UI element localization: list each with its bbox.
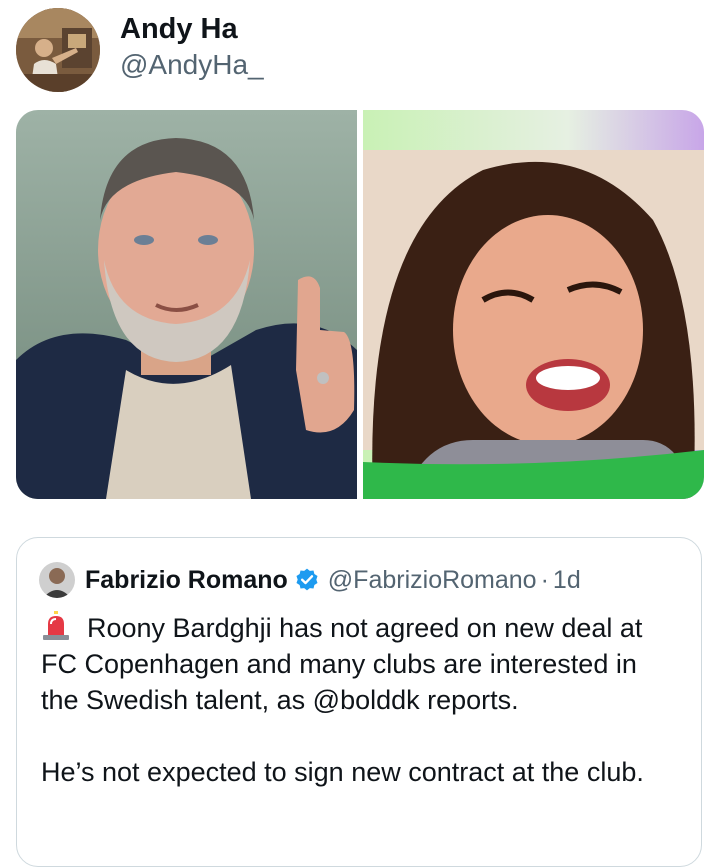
author-handle[interactable]: @AndyHa_ <box>120 47 264 83</box>
quoted-tweet-header: Fabrizio Romano @FabrizioRomano · 1d <box>39 562 581 598</box>
quoted-author-handle[interactable]: @FabrizioRomano <box>328 566 537 595</box>
media-grid <box>16 110 704 499</box>
author-name[interactable]: Andy Ha <box>120 11 264 47</box>
quoted-author-name[interactable]: Fabrizio Romano <box>85 566 288 595</box>
quoted-paragraph-1: Roony Bardghji has not agreed on new dea… <box>41 610 681 718</box>
header-separator: · <box>540 565 549 594</box>
tweet-author[interactable]: Andy Ha @AndyHa_ <box>16 8 264 92</box>
quoted-avatar-image <box>39 562 75 598</box>
quoted-author-avatar[interactable] <box>39 562 75 598</box>
quoted-tweet-body: Roony Bardghji has not agreed on new dea… <box>41 610 681 790</box>
quoted-text-1: Roony Bardghji has not agreed on new dea… <box>41 613 643 715</box>
author-avatar[interactable] <box>16 8 100 92</box>
siren-icon <box>41 611 71 641</box>
avatar-image <box>16 8 100 92</box>
quoted-timestamp[interactable]: 1d <box>553 566 581 595</box>
quoted-tweet-card[interactable]: Fabrizio Romano @FabrizioRomano · 1d Roo… <box>16 537 702 867</box>
media-photo-1[interactable] <box>16 110 357 499</box>
photo-woman-image <box>363 110 704 499</box>
photo-man-image <box>16 110 357 499</box>
quoted-paragraph-2: He’s not expected to sign new contract a… <box>41 757 644 787</box>
verified-badge-icon <box>294 567 320 593</box>
media-photo-2[interactable] <box>363 110 704 499</box>
